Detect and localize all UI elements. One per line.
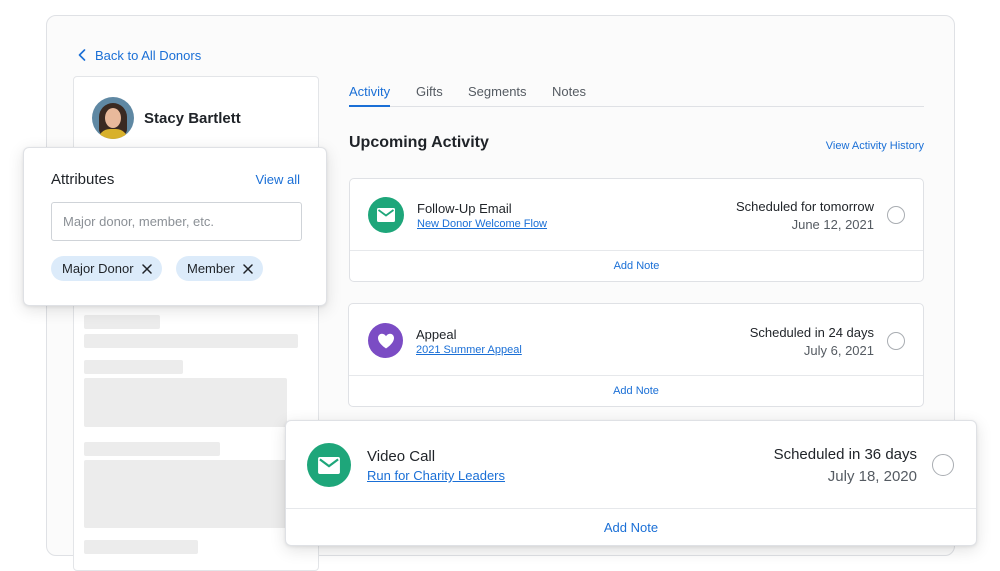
attribute-tag: Major Donor	[51, 256, 162, 281]
attribute-search-input[interactable]	[51, 202, 302, 241]
attributes-panel: Attributes View all Major Donor Member	[23, 147, 327, 306]
tab-gifts[interactable]: Gifts	[416, 84, 443, 107]
activity-card: Video Call Run for Charity Leaders Sched…	[285, 420, 977, 546]
donor-tabs: Activity Gifts Segments Notes	[349, 84, 924, 107]
skeleton-line	[84, 334, 298, 348]
attributes-title: Attributes	[51, 171, 115, 188]
complete-radio[interactable]	[887, 206, 905, 224]
donor-header: Stacy Bartlett	[92, 97, 241, 139]
complete-radio[interactable]	[932, 454, 954, 476]
attribute-tag: Member	[176, 256, 263, 281]
skeleton-line	[84, 442, 220, 456]
heart-icon	[368, 323, 403, 358]
activity-date: July 6, 2021	[803, 343, 874, 358]
back-to-donors-link[interactable]: Back to All Donors	[78, 46, 201, 64]
activity-title: Follow-Up Email	[417, 201, 512, 216]
mail-icon	[307, 443, 351, 487]
activity-campaign-link[interactable]: New Donor Welcome Flow	[417, 218, 547, 230]
skeleton-line	[84, 540, 198, 554]
add-note-button[interactable]: Add Note	[350, 250, 923, 281]
attribute-tag-label: Major Donor	[62, 261, 134, 276]
activity-date: June 12, 2021	[791, 217, 874, 232]
donor-name: Stacy Bartlett	[144, 109, 241, 127]
activity-schedule: Scheduled for tomorrow	[735, 199, 874, 214]
chevron-left-icon	[78, 49, 86, 61]
activity-schedule: Scheduled in 24 days	[749, 325, 874, 340]
tab-segments[interactable]: Segments	[468, 84, 527, 107]
activity-title: Video Call	[367, 448, 436, 465]
activity-campaign-link[interactable]: 2021 Summer Appeal	[416, 344, 522, 356]
skeleton-line	[84, 360, 183, 374]
avatar	[92, 97, 134, 139]
complete-radio[interactable]	[887, 332, 905, 350]
upcoming-activity-heading: Upcoming Activity	[349, 134, 489, 151]
tab-notes[interactable]: Notes	[552, 84, 586, 107]
activity-card: Appeal 2021 Summer Appeal Scheduled in 2…	[348, 303, 924, 407]
remove-tag-icon[interactable]	[141, 263, 152, 274]
back-link-label: Back to All Donors	[95, 47, 202, 63]
activity-schedule: Scheduled in 36 days	[773, 446, 917, 463]
view-activity-history-link[interactable]: View Activity History	[826, 140, 924, 152]
attribute-tag-label: Member	[187, 261, 235, 276]
activity-title: Appeal	[416, 327, 457, 342]
skeleton-line	[84, 315, 160, 329]
mail-icon	[368, 197, 404, 233]
add-note-button[interactable]: Add Note	[286, 508, 976, 545]
activity-date: July 18, 2020	[827, 468, 917, 485]
skeleton-block	[84, 460, 287, 528]
tab-activity[interactable]: Activity	[349, 84, 391, 107]
add-note-button[interactable]: Add Note	[349, 375, 923, 406]
activity-card: Follow-Up Email New Donor Welcome Flow S…	[349, 178, 924, 282]
activity-campaign-link[interactable]: Run for Charity Leaders	[367, 468, 505, 483]
view-all-attributes-link[interactable]: View all	[255, 172, 300, 187]
skeleton-block	[84, 378, 287, 427]
remove-tag-icon[interactable]	[242, 263, 253, 274]
